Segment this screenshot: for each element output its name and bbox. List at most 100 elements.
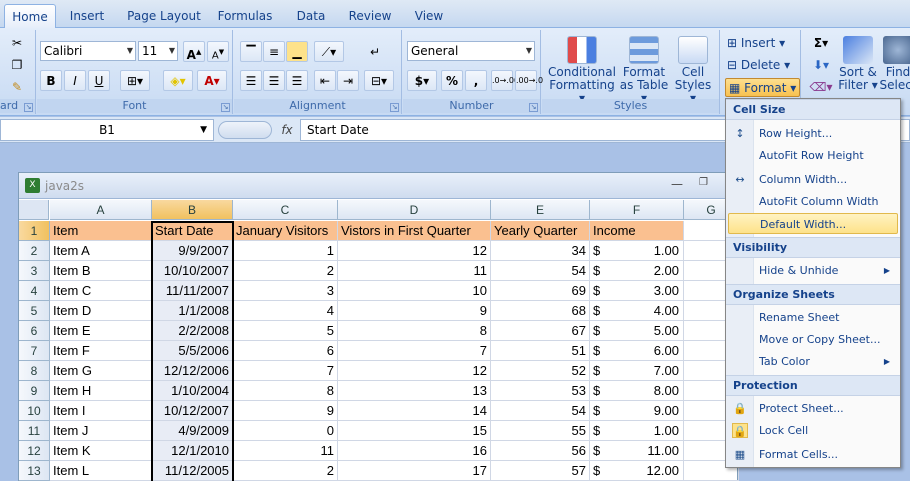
menu-item-column-width[interactable]: ↔ Column Width... [728, 169, 898, 190]
bold-button[interactable]: B [40, 70, 62, 91]
table-cell[interactable]: 67 [491, 321, 590, 341]
table-cell[interactable]: 7 [338, 341, 491, 361]
tab-page-layout[interactable]: Page Layout [126, 4, 202, 28]
table-cell[interactable]: 2 [233, 461, 338, 481]
shrink-font-button[interactable]: A▼ [207, 41, 229, 62]
autosum-icon[interactable]: Σ▾ [806, 32, 836, 53]
formula-bar-expander[interactable] [218, 121, 272, 139]
table-cell[interactable]: 1/10/2004 [152, 381, 233, 401]
table-cell[interactable]: $6.00 [590, 341, 684, 361]
table-cell[interactable]: 9 [338, 301, 491, 321]
cut-icon[interactable]: ✂ [6, 32, 28, 53]
table-cell[interactable]: $5.00 [590, 321, 684, 341]
table-cell[interactable]: 2 [233, 261, 338, 281]
table-cell[interactable]: Item B [50, 261, 152, 281]
table-cell[interactable]: $1.00 [590, 241, 684, 261]
header-cell[interactable]: Yearly Quarter [491, 221, 590, 241]
menu-item-rename-sheet[interactable]: Rename Sheet [728, 307, 898, 328]
table-cell[interactable]: 12/12/2006 [152, 361, 233, 381]
row-header[interactable]: 8 [19, 361, 50, 381]
insert-cells-button[interactable]: ⊞ Insert ▾ [727, 34, 785, 53]
row-header[interactable]: 1 [19, 221, 50, 241]
alignment-launcher-icon[interactable]: ↘ [390, 103, 399, 112]
tab-view[interactable]: View [410, 4, 448, 28]
table-cell[interactable]: 5/5/2006 [152, 341, 233, 361]
table-cell[interactable]: Item L [50, 461, 152, 481]
row-header[interactable]: 2 [19, 241, 50, 261]
table-cell[interactable]: 14 [338, 401, 491, 421]
insert-function-button[interactable]: fx [276, 119, 298, 141]
tab-insert[interactable]: Insert [64, 4, 110, 28]
table-cell[interactable]: 57 [491, 461, 590, 481]
borders-icon[interactable]: ⊞▾ [120, 70, 150, 91]
table-cell[interactable]: 8 [233, 381, 338, 401]
tab-review[interactable]: Review [346, 4, 394, 28]
copy-icon[interactable]: ❐ [6, 54, 28, 75]
find-select-button[interactable]: FindSelect [878, 36, 910, 92]
table-cell[interactable]: 9 [233, 401, 338, 421]
table-cell[interactable]: 34 [491, 241, 590, 261]
table-cell[interactable]: $1.00 [590, 421, 684, 441]
align-bottom-icon[interactable]: ▁ [286, 41, 308, 62]
table-cell[interactable]: Item E [50, 321, 152, 341]
tab-home[interactable]: Home [4, 4, 56, 28]
table-cell[interactable]: 54 [491, 401, 590, 421]
table-cell[interactable]: Item F [50, 341, 152, 361]
table-cell[interactable]: 1 [233, 241, 338, 261]
row-header[interactable]: 12 [19, 441, 50, 461]
table-cell[interactable]: 68 [491, 301, 590, 321]
align-left-icon[interactable]: ☰ [240, 70, 262, 91]
table-cell[interactable]: 11/12/2005 [152, 461, 233, 481]
sort-filter-button[interactable]: Sort & Filter ▾ [838, 36, 878, 92]
name-box-dropdown-icon[interactable]: ▼ [200, 120, 207, 140]
column-header-f[interactable]: F [590, 200, 684, 220]
table-cell[interactable]: 7 [233, 361, 338, 381]
header-cell[interactable]: Vistors in First Quarter [338, 221, 491, 241]
select-all-corner[interactable] [19, 200, 49, 220]
table-cell[interactable]: 11 [233, 441, 338, 461]
menu-item-protect-sheet[interactable]: 🔒 Protect Sheet... [728, 398, 898, 419]
format-painter-icon[interactable]: ✎ [6, 76, 28, 97]
conditional-formatting-button[interactable]: Conditional Formatting ▾ [546, 36, 618, 105]
tab-data[interactable]: Data [292, 4, 330, 28]
table-cell[interactable]: 10/12/2007 [152, 401, 233, 421]
align-top-icon[interactable]: ▔ [240, 41, 262, 62]
table-cell[interactable]: 10 [338, 281, 491, 301]
table-cell[interactable]: $12.00 [590, 461, 684, 481]
font-launcher-icon[interactable]: ↘ [221, 103, 230, 112]
italic-button[interactable]: I [64, 70, 86, 91]
table-cell[interactable]: 9/9/2007 [152, 241, 233, 261]
decrease-decimal-button[interactable]: .00→.0 [515, 70, 543, 91]
column-header-a[interactable]: A [50, 200, 152, 220]
table-cell[interactable]: Item J [50, 421, 152, 441]
table-cell[interactable]: Item H [50, 381, 152, 401]
font-name-combo[interactable]: Calibri ▼ [40, 41, 136, 61]
header-cell[interactable]: Start Date [152, 221, 233, 241]
underline-button[interactable]: U [88, 70, 110, 91]
table-cell[interactable]: 12 [338, 241, 491, 261]
table-cell[interactable]: 12/1/2010 [152, 441, 233, 461]
table-cell[interactable]: 52 [491, 361, 590, 381]
clear-icon[interactable]: ⌫▾ [806, 76, 836, 97]
column-header-d[interactable]: D [338, 200, 491, 220]
table-cell[interactable]: 55 [491, 421, 590, 441]
format-cells-dropdown-button[interactable]: ▦ Format ▾ [725, 78, 801, 97]
table-cell[interactable]: $2.00 [590, 261, 684, 281]
merge-center-icon[interactable]: ⊟▾ [364, 70, 394, 91]
header-cell[interactable]: Income [590, 221, 684, 241]
table-cell[interactable]: Item G [50, 361, 152, 381]
table-cell[interactable]: $9.00 [590, 401, 684, 421]
tab-formulas[interactable]: Formulas [216, 4, 274, 28]
table-cell[interactable]: 11 [338, 261, 491, 281]
menu-item-autofit-column[interactable]: AutoFit Column Width [728, 191, 898, 212]
row-header[interactable]: 9 [19, 381, 50, 401]
table-cell[interactable]: 8 [338, 321, 491, 341]
format-as-table-button[interactable]: Format as Table ▾ [618, 36, 670, 105]
table-cell[interactable]: $4.00 [590, 301, 684, 321]
table-cell[interactable]: 53 [491, 381, 590, 401]
menu-item-lock-cell[interactable]: 🔒 Lock Cell [728, 420, 898, 441]
table-cell[interactable]: 0 [233, 421, 338, 441]
menu-item-tab-color[interactable]: Tab Color ▶ [728, 351, 898, 372]
menu-item-move-copy[interactable]: Move or Copy Sheet... [728, 329, 898, 350]
table-cell[interactable]: Item A [50, 241, 152, 261]
